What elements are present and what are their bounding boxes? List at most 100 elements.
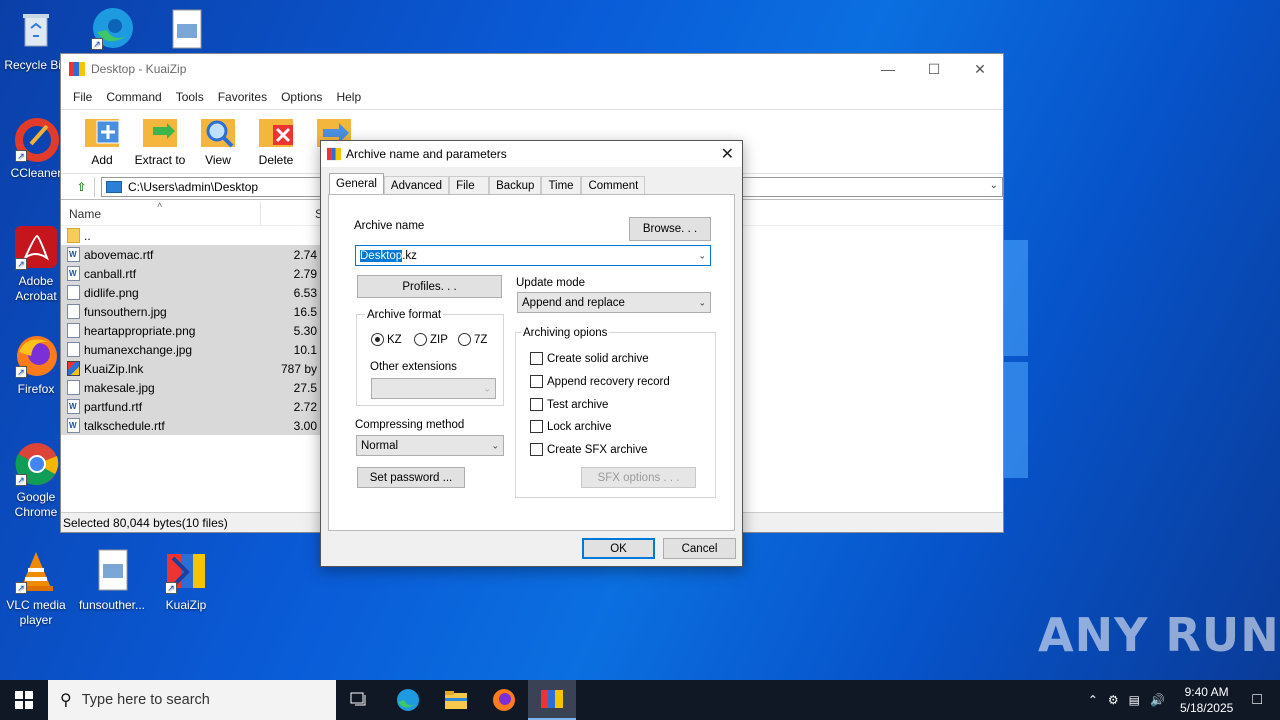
tab-comment[interactable]: Comment (581, 176, 646, 194)
update-mode-label: Update mode (516, 277, 586, 289)
tab-time[interactable]: Time (541, 176, 582, 194)
tab-general[interactable]: General (329, 173, 384, 194)
clock-time: 9:40 AM (1184, 685, 1229, 699)
sfx-options-button[interactable]: SFX options . . . (581, 467, 696, 488)
desktop-icon-image-file[interactable] (150, 8, 222, 58)
file-size-cell: 16.5 (261, 302, 321, 321)
file-name-cell: heartappropriate.png (61, 321, 261, 340)
notifications-icon[interactable]: □ (1252, 691, 1262, 709)
set-password-button[interactable]: Set password ... (357, 467, 465, 488)
menu-help[interactable]: Help (336, 90, 361, 104)
taskbar-search-box[interactable]: ⚲ Type here to search (48, 680, 336, 720)
delete-button[interactable]: Delete (247, 115, 305, 167)
close-button[interactable]: ✕ (957, 54, 1003, 84)
taskbar-firefox[interactable] (480, 680, 528, 720)
tab-backup[interactable]: Backup (489, 176, 542, 194)
other-extensions-select[interactable]: ⌄ (371, 378, 496, 399)
task-view-button[interactable] (336, 680, 384, 720)
menu-command[interactable]: Command (106, 90, 161, 104)
cancel-button[interactable]: Cancel (663, 538, 736, 559)
test-archive-checkbox[interactable]: Test archive (530, 398, 608, 411)
windows-logo-wallpaper (1000, 240, 1030, 480)
file-name-cell: canball.rtf (61, 264, 261, 283)
browse-button[interactable]: Browse. . . (629, 217, 711, 241)
window-titlebar[interactable]: Desktop - KuaiZip — ☐ ✕ (61, 54, 1003, 84)
file-name: makesale.jpg (84, 380, 155, 395)
window-title: Desktop - KuaiZip (91, 62, 187, 76)
extract-to-button[interactable]: Extract to (131, 115, 189, 167)
menu-tools[interactable]: Tools (176, 90, 204, 104)
kuaizip-icon (67, 361, 80, 376)
profiles-button[interactable]: Profiles. . . (357, 275, 502, 298)
delete-icon (257, 115, 295, 149)
file-name-cell: KuaiZip.lnk (61, 359, 261, 378)
taskbar-edge[interactable] (384, 680, 432, 720)
compressing-method-select[interactable]: Normal ⌄ (356, 435, 504, 456)
close-icon[interactable]: ✕ (721, 144, 734, 164)
column-name[interactable]: ˄ Name (61, 200, 261, 225)
menu-favorites[interactable]: Favorites (218, 90, 267, 104)
format-kz-radio[interactable]: KZ (371, 333, 402, 346)
ok-button[interactable]: OK (582, 538, 655, 559)
file-name-cell: .. (61, 226, 261, 245)
task-view-icon (350, 692, 366, 706)
tab-file[interactable]: File (449, 176, 490, 194)
chevron-down-icon[interactable]: ⌄ (698, 297, 706, 308)
view-button[interactable]: View (189, 115, 247, 167)
add-label: Add (91, 153, 113, 167)
shortcut-arrow-icon: ↗ (15, 582, 27, 594)
taskbar-file-explorer[interactable] (432, 680, 480, 720)
append-recovery-record-checkbox[interactable]: Append recovery record (530, 375, 670, 388)
network-icon[interactable]: ▤ (1129, 693, 1140, 707)
update-mode-select[interactable]: Append and replace ⌄ (517, 292, 711, 313)
file-size-cell: 2.79 (261, 264, 321, 283)
file-name: heartappropriate.png (84, 323, 196, 338)
chrome-icon: ↗ (13, 440, 59, 486)
kuaizip-app-icon (69, 62, 85, 76)
desktop-icon-funsouthern[interactable]: funsouther... (76, 548, 148, 613)
document-icon (67, 418, 80, 433)
menu-options[interactable]: Options (281, 90, 322, 104)
file-name: .. (84, 228, 91, 243)
radio-icon (414, 333, 427, 346)
clock[interactable]: 9:40 AM 5/18/2025 (1180, 684, 1233, 716)
recycle-bin-icon (13, 8, 59, 54)
update-mode-value: Append and replace (522, 296, 625, 309)
computer-icon (106, 180, 122, 193)
chevron-down-icon[interactable]: ⌄ (491, 440, 499, 451)
chevron-down-icon[interactable]: ⌄ (698, 250, 706, 261)
column-size[interactable]: S (261, 207, 323, 221)
desktop-icon-edge[interactable]: ↗ (76, 4, 148, 54)
tab-advanced[interactable]: Advanced (383, 176, 450, 194)
dialog-titlebar[interactable]: Archive name and parameters ✕ (321, 141, 742, 167)
volume-icon[interactable]: 🔊 (1150, 693, 1165, 707)
add-button[interactable]: Add (73, 115, 131, 167)
format-zip-radio[interactable]: ZIP (414, 333, 448, 346)
device-icon[interactable]: ⚙ (1108, 693, 1119, 707)
maximize-button[interactable]: ☐ (911, 54, 957, 84)
create-solid-archive-checkbox[interactable]: Create solid archive (530, 352, 649, 365)
archive-parameters-dialog: Archive name and parameters ✕ General Ad… (320, 140, 743, 567)
menu-file[interactable]: File (73, 90, 92, 104)
chevron-up-icon[interactable]: ⌃ (1088, 693, 1098, 707)
option-label: Create solid archive (547, 352, 649, 365)
archive-name-input[interactable]: Desktop .kz ⌄ (355, 245, 711, 266)
up-folder-button[interactable]: ⇧ (69, 176, 95, 197)
view-label: View (205, 153, 231, 167)
lock-archive-checkbox[interactable]: Lock archive (530, 420, 612, 433)
desktop-icon-kuaizip[interactable]: ↗ KuaiZip (150, 548, 222, 613)
start-button[interactable] (0, 680, 48, 720)
taskbar-kuaizip[interactable] (528, 680, 576, 720)
format-kz-label: KZ (387, 333, 402, 346)
edge-icon: ↗ (89, 4, 135, 50)
desktop-icon-vlc[interactable]: ↗ VLC media player (0, 548, 72, 628)
shortcut-arrow-icon: ↗ (15, 150, 27, 162)
chevron-down-icon[interactable]: ⌄ (990, 180, 998, 191)
add-icon (83, 115, 121, 149)
format-7z-radio[interactable]: 7Z (458, 333, 487, 346)
sort-ascending-icon: ˄ (157, 200, 163, 210)
minimize-button[interactable]: — (865, 54, 911, 84)
shortcut-arrow-icon: ↗ (15, 366, 27, 378)
create-sfx-archive-checkbox[interactable]: Create SFX archive (530, 443, 647, 456)
file-name: canball.rtf (84, 266, 137, 281)
